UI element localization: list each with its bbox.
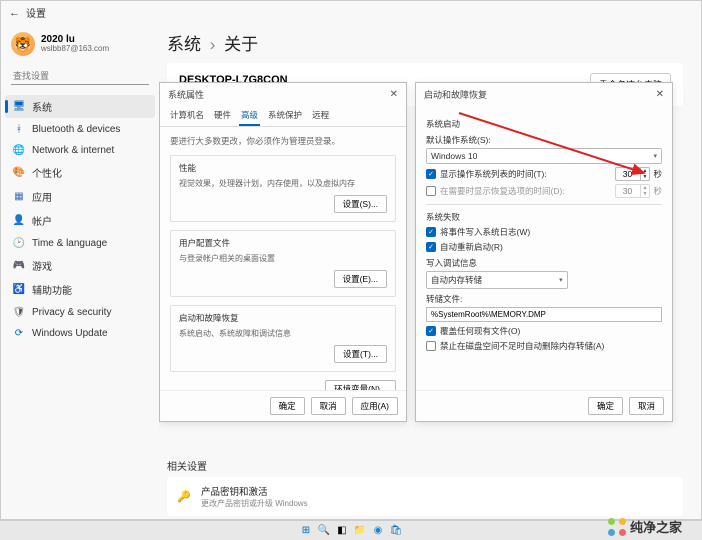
sidebar-item-1[interactable]: ᚼ Bluetooth & devices (5, 119, 155, 139)
nav-label: Bluetooth & devices (32, 124, 120, 135)
nav-icon: 🛡 (13, 306, 25, 318)
default-os-select[interactable]: Windows 10 ▾ (426, 148, 662, 164)
nav-label: 辅助功能 (32, 282, 72, 297)
nav-label: 应用 (32, 189, 52, 204)
admin-note: 要进行大多数更改，你必须作为管理员登录。 (170, 135, 396, 147)
dump-file-input[interactable] (426, 307, 662, 322)
sidebar-item-8[interactable]: ♿ 辅助功能 (5, 278, 155, 301)
section-failure: 系统失败 (426, 211, 662, 223)
nav-icon: 🕑 (13, 237, 25, 249)
user-block[interactable]: 🐯 2020 lu wslbb87@163.com (5, 30, 155, 66)
dlg1-title: 系统属性 (168, 88, 204, 101)
user-email: wslbb87@163.com (41, 45, 109, 54)
sidebar-item-10[interactable]: ⟳ Windows Update (5, 323, 155, 343)
avatar: 🐯 (11, 32, 35, 56)
edge-icon[interactable]: ◉ (371, 524, 385, 538)
sidebar-item-0[interactable]: 🖥 系统 (5, 95, 155, 118)
system-properties-dialog: 系统属性 ✕ 计算机名硬件高级系统保护远程 要进行大多数更改，你必须作为管理员登… (159, 82, 407, 422)
tab-2[interactable]: 高级 (239, 106, 260, 126)
sidebar-item-2[interactable]: 🌐 Network & internet (5, 140, 155, 160)
search-box[interactable] (11, 68, 149, 85)
dlg1-ok-button[interactable]: 确定 (270, 397, 305, 415)
nav-label: Network & internet (32, 145, 114, 156)
dlg1-apply-button[interactable]: 应用(A) (352, 397, 398, 415)
related-card-0[interactable]: 🔑产品密钥和激活更改产品密钥或升级 Windows (167, 477, 683, 516)
sidebar-item-3[interactable]: 🎨 个性化 (5, 161, 155, 184)
chk-overwrite[interactable]: ✓ (426, 326, 436, 336)
search-input[interactable] (11, 68, 149, 85)
close-icon[interactable]: ✕ (656, 89, 664, 100)
tab-3[interactable]: 系统保护 (266, 106, 304, 126)
dlg1-cancel-button[interactable]: 取消 (311, 397, 346, 415)
startup-recovery-dialog: 启动和故障恢复 ✕ 系统启动 默认操作系统(S): Windows 10 ▾ ✓… (415, 82, 673, 422)
nav-icon: ▦ (13, 191, 25, 203)
breadcrumb-about: 关于 (224, 35, 258, 54)
section-startup: 系统启动 (426, 118, 662, 130)
watermark: 纯净之家 (608, 517, 682, 536)
start-icon[interactable]: ⊞ (299, 524, 313, 538)
search-icon[interactable]: 🔍 (317, 524, 331, 538)
dlg2-title: 启动和故障恢复 (424, 88, 487, 101)
chk-write-log[interactable]: ✓ (426, 227, 436, 237)
tab-0[interactable]: 计算机名 (168, 106, 206, 126)
taskview-icon[interactable]: ◧ (335, 524, 349, 538)
os-list-seconds-stepper[interactable]: ▲▼ (615, 167, 651, 181)
sidebar-item-6[interactable]: 🕑 Time & language (5, 233, 155, 253)
nav-icon: 👤 (13, 215, 25, 227)
chevron-down-icon: ▾ (559, 276, 563, 284)
sidebar-item-5[interactable]: 👤 帐户 (5, 209, 155, 232)
store-icon[interactable]: 🛍 (389, 524, 403, 538)
perf-settings-button[interactable]: 设置(S)... (334, 195, 387, 213)
nav-label: 系统 (32, 99, 52, 114)
main: 系统 › 关于 DESKTOP-L7G8CQN 90K20006CP 重命名这台… (159, 24, 701, 519)
startup-group: 启动和故障恢复 系统启动、系统故障和调试信息 设置(T)... (170, 305, 396, 372)
explorer-icon[interactable]: 📁 (353, 524, 367, 538)
nav: 🖥 系统 ᚼ Bluetooth & devices 🌐 Network & intern… (5, 95, 155, 343)
profile-group: 用户配置文件 与登录帐户相关的桌面设置 设置(E)... (170, 230, 396, 297)
nav-label: Time & language (32, 238, 107, 249)
chk-lowdisk[interactable] (426, 341, 436, 351)
sidebar-item-4[interactable]: ▦ 应用 (5, 185, 155, 208)
back-arrow-icon[interactable]: ← (9, 7, 20, 19)
sidebar: 🐯 2020 lu wslbb87@163.com 🖥 系统 ᚼ Bluetooth … (1, 24, 159, 519)
app-title: 设置 (26, 5, 46, 20)
breadcrumb-system[interactable]: 系统 (167, 35, 201, 54)
chk-show-recovery[interactable] (426, 186, 436, 196)
nav-icon: 🌐 (13, 144, 25, 156)
recovery-seconds-stepper[interactable]: ▲▼ (615, 184, 651, 198)
sidebar-item-7[interactable]: 🎮 游戏 (5, 254, 155, 277)
chevron-down-icon: ▾ (653, 152, 657, 160)
nav-label: 游戏 (32, 258, 52, 273)
nav-label: Windows Update (32, 328, 108, 339)
tab-4[interactable]: 远程 (310, 106, 331, 126)
startup-settings-button[interactable]: 设置(T)... (334, 345, 387, 363)
nav-icon: ♿ (13, 284, 25, 296)
link-icon: 🔑 (177, 490, 191, 504)
perf-group: 性能 视觉效果，处理器计划，内存使用，以及虚拟内存 设置(S)... (170, 155, 396, 222)
nav-label: 个性化 (32, 165, 62, 180)
breadcrumb: 系统 › 关于 (167, 30, 683, 55)
nav-icon: 🖥 (13, 101, 25, 113)
nav-icon: 🎨 (13, 167, 25, 179)
debug-info-select[interactable]: 自动内存转储 ▾ (426, 271, 568, 289)
tab-1[interactable]: 硬件 (212, 106, 233, 126)
dlg1-tabs: 计算机名硬件高级系统保护远程 (160, 106, 406, 127)
close-icon[interactable]: ✕ (390, 89, 398, 100)
chk-show-os-list[interactable]: ✓ (426, 169, 436, 179)
profile-settings-button[interactable]: 设置(E)... (334, 270, 387, 288)
chk-auto-restart[interactable]: ✓ (426, 242, 436, 252)
sidebar-item-9[interactable]: 🛡 Privacy & security (5, 302, 155, 322)
dlg2-cancel-button[interactable]: 取消 (629, 397, 664, 415)
nav-label: Privacy & security (32, 307, 111, 318)
taskbar[interactable]: ⊞ 🔍 ◧ 📁 ◉ 🛍 (0, 520, 702, 540)
nav-icon: 🎮 (13, 260, 25, 272)
dlg2-ok-button[interactable]: 确定 (588, 397, 623, 415)
nav-icon: ᚼ (13, 123, 25, 135)
nav-icon: ⟳ (13, 327, 25, 339)
nav-label: 帐户 (32, 213, 52, 228)
related-settings: 相关设置 🔑产品密钥和激活更改产品密钥或升级 Windows🖥远程桌面从另一台设… (167, 458, 683, 519)
env-vars-button[interactable]: 环境变量(N)... (325, 380, 396, 390)
